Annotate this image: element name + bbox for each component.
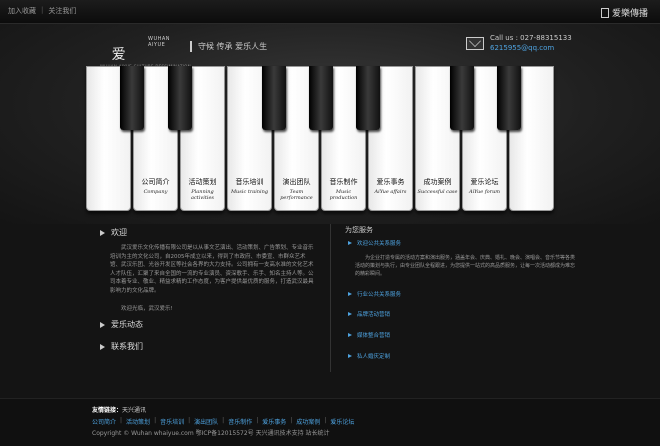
service-label: 行业公共关系服务 bbox=[357, 292, 402, 298]
nav-label-cn: 成功案例 bbox=[423, 178, 452, 186]
welcome-more: 欢迎光临，武汉爱乐! bbox=[121, 306, 173, 312]
footer-link[interactable]: 爱乐论坛 bbox=[330, 417, 354, 426]
friend-link[interactable]: 天兴通讯 bbox=[122, 407, 146, 414]
service-link-industry[interactable]: 行业公共关系服务 bbox=[348, 290, 401, 298]
footer-link[interactable]: 音乐制作 bbox=[228, 417, 252, 426]
nav-label-cn: 活动策划 bbox=[188, 178, 217, 186]
separator: | bbox=[120, 417, 123, 424]
separator: | bbox=[290, 417, 293, 424]
triangle-icon bbox=[348, 312, 352, 316]
piano-black-key bbox=[309, 66, 333, 130]
nav-label-cn: 演出团队 bbox=[282, 178, 311, 186]
friend-links-label: 友情链接： bbox=[92, 407, 123, 414]
triangle-icon bbox=[348, 333, 352, 337]
nav-label-en: Team performance bbox=[280, 189, 313, 201]
nav-label-en: AiYue forum bbox=[468, 189, 501, 195]
nav-label-cn: 音乐培训 bbox=[235, 178, 264, 186]
copyright: Copyright © Wuhan whaiyue.com 鄂ICP备12015… bbox=[92, 430, 330, 437]
nav-label-cn: 公司简介 bbox=[141, 178, 170, 186]
service-label: 私人婚庆定制 bbox=[357, 354, 391, 360]
phone-number: Call us : 027-88315133 bbox=[490, 34, 572, 42]
top-logo[interactable]: 爱樂傳播 bbox=[600, 6, 648, 19]
footer-nav: 公司简介 | 活动策划 | 音乐培训 | 演出团队 | 音乐制作 | 爱乐事务 | 成功案例… bbox=[92, 417, 354, 426]
column-divider bbox=[330, 224, 331, 372]
footer-link[interactable]: 成功案例 bbox=[296, 417, 320, 426]
separator: | bbox=[154, 417, 157, 424]
service-link-wedding[interactable]: 私人婚庆定制 bbox=[348, 352, 390, 360]
separator: | bbox=[324, 417, 327, 424]
nav-label-en: Successful case bbox=[417, 189, 458, 195]
piano-black-key bbox=[262, 66, 286, 130]
top-links: 加入收藏 | 关注我们 bbox=[8, 6, 76, 16]
triangle-icon bbox=[348, 354, 352, 358]
news-heading[interactable]: 爱乐动态 bbox=[100, 319, 143, 330]
slogan: 守候 传承 爱乐人生 bbox=[190, 41, 267, 52]
company-intro: 武汉爱乐文化传播有限公司是以从事文艺演出、活动策划、广告策划、专业音乐培训为主的… bbox=[110, 245, 314, 294]
footer-link[interactable]: 活动策划 bbox=[126, 417, 150, 426]
mail-icon bbox=[466, 37, 484, 50]
nav-label-en: AiYue affairs bbox=[374, 189, 407, 195]
nav-label-en: Music production bbox=[329, 189, 358, 201]
piano-black-key bbox=[497, 66, 521, 130]
footer-link[interactable]: 演出团队 bbox=[194, 417, 218, 426]
piano-black-key bbox=[356, 66, 380, 130]
footer-link[interactable]: 公司简介 bbox=[92, 417, 116, 426]
footer-link[interactable]: 音乐培训 bbox=[160, 417, 184, 426]
service-link-brand[interactable]: 品牌活动营销 bbox=[348, 310, 390, 318]
service-label: 品牌活动营销 bbox=[357, 312, 391, 318]
qq-email-link[interactable]: 6215955@qq.com bbox=[490, 44, 554, 52]
piano-nav: 公司简介 Company 活动策划 Planning activities 音乐… bbox=[86, 66, 556, 216]
brand-en: WUHAN AIYUE bbox=[148, 36, 171, 48]
services-description: 为企业打造专属的活动方案和演出服务，涵盖年会、庆典、婚礼、晚会、演唱会、音乐节等… bbox=[355, 255, 576, 277]
service-label: 媒体整合营销 bbox=[357, 333, 391, 339]
triangle-icon bbox=[100, 343, 105, 350]
nav-label-cn: 音乐制作 bbox=[329, 178, 358, 186]
contact-heading[interactable]: 联系我们 bbox=[100, 341, 143, 352]
logo-mark-icon bbox=[600, 7, 609, 18]
nav-label-en: Company bbox=[143, 189, 168, 195]
service-link-media[interactable]: 媒体整合营销 bbox=[348, 331, 390, 339]
piano-black-key bbox=[450, 66, 474, 130]
nav-label-en: Music training bbox=[230, 189, 269, 195]
footer: 友情链接：天兴通讯 公司简介 | 活动策划 | 音乐培训 | 演出团队 | 音乐制作 | … bbox=[0, 398, 660, 446]
top-logo-text: 爱樂傳播 bbox=[611, 9, 648, 19]
header: WUHAN AIYUE 爱樂傳播 WUHAN AIYUE CULTURE DES… bbox=[0, 24, 660, 224]
nav-label-cn: 爱乐论坛 bbox=[470, 178, 499, 186]
separator: | bbox=[222, 417, 225, 424]
main-content: 欢迎 武汉爱乐文化传播有限公司是以从事文艺演出、活动策划、广告策划、专业音乐培训… bbox=[0, 224, 660, 394]
welcome-title: 欢迎 bbox=[111, 228, 127, 237]
piano-black-key bbox=[168, 66, 192, 130]
contact-title: 联系我们 bbox=[111, 342, 143, 351]
triangle-icon bbox=[348, 292, 352, 296]
triangle-icon bbox=[348, 241, 352, 245]
separator: | bbox=[188, 417, 191, 424]
triangle-icon bbox=[100, 321, 105, 328]
service-label: 欢迎公共关系服务 bbox=[357, 241, 402, 247]
separator: | bbox=[41, 6, 44, 14]
welcome-heading: 欢迎 bbox=[100, 227, 127, 238]
add-favorite-link[interactable]: 加入收藏 bbox=[8, 6, 36, 16]
separator: | bbox=[256, 417, 259, 424]
piano-black-key bbox=[120, 66, 144, 130]
news-title: 爱乐动态 bbox=[111, 320, 143, 329]
services-title: 为您服务 bbox=[345, 226, 373, 234]
triangle-icon bbox=[100, 229, 105, 236]
nav-label-en: Planning activities bbox=[191, 189, 214, 201]
follow-us-link[interactable]: 关注我们 bbox=[48, 6, 76, 16]
footer-link[interactable]: 爱乐事务 bbox=[262, 417, 286, 426]
service-link-pr[interactable]: 欢迎公共关系服务 bbox=[348, 239, 401, 247]
top-bar: 加入收藏 | 关注我们 爱樂傳播 bbox=[0, 0, 660, 24]
nav-label-cn: 爱乐事务 bbox=[376, 178, 405, 186]
friend-links: 友情链接：天兴通讯 bbox=[92, 405, 146, 414]
